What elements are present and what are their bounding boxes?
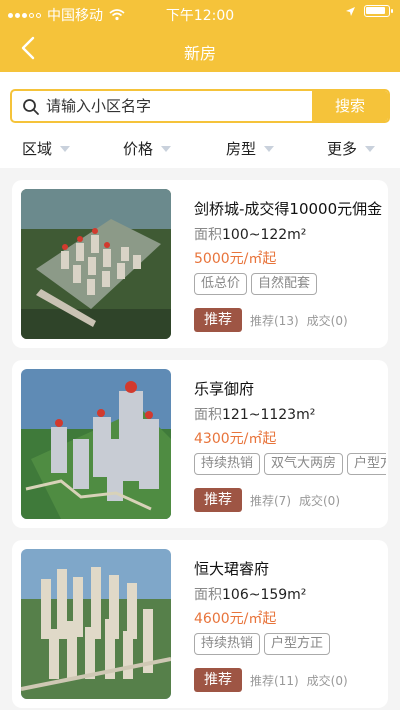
caret-down-icon	[365, 145, 376, 152]
recommend-badge: 推荐	[194, 668, 242, 692]
search-button[interactable]: 搜索	[312, 91, 388, 121]
filter-room-type[interactable]: 房型	[226, 138, 275, 159]
listing-name: 乐享御府	[194, 380, 255, 398]
search-box: 搜索	[10, 89, 390, 123]
battery-icon	[364, 5, 393, 17]
filter-label: 区域	[22, 140, 53, 158]
area-value: 121~1123m²	[222, 407, 316, 423]
feature-tag: 持续热销	[194, 633, 261, 655]
location-icon	[346, 6, 355, 16]
listing-card[interactable]: 剑桥城-成交得10000元佣金 面积100~122m² 5000元/㎡起 低总价…	[12, 180, 388, 348]
listing-price: 4600元/㎡起	[194, 611, 277, 627]
listing-price: 4300元/㎡起	[194, 431, 277, 447]
filter-label: 更多	[327, 140, 358, 158]
nav-bar: 新房	[0, 26, 400, 72]
feature-tag: 双气大两房	[264, 453, 344, 475]
filter-price[interactable]: 价格	[123, 138, 172, 159]
filter-label: 房型	[226, 140, 257, 158]
area-value: 106~159m²	[222, 587, 307, 603]
listing-image	[21, 369, 171, 519]
area-value: 100~122m²	[222, 227, 307, 243]
deal-count: 成交(0)	[306, 674, 348, 688]
listing-image	[21, 549, 171, 699]
tag-list: 持续热销双气大两房户型方正	[194, 452, 386, 476]
filter-district[interactable]: 区域	[22, 138, 71, 159]
caret-down-icon	[161, 145, 172, 152]
feature-tag: 户型方正	[264, 633, 331, 655]
area-label: 面积	[194, 407, 222, 423]
recommend-count: 推荐(7)	[250, 494, 291, 508]
listing-area: 面积100~122m²	[194, 224, 306, 244]
recommend-badge: 推荐	[194, 308, 242, 332]
status-right	[345, 5, 393, 17]
search-input[interactable]	[46, 91, 316, 121]
listing-area: 面积121~1123m²	[194, 404, 315, 424]
filter-bar: 区域 价格 房型 更多	[0, 132, 400, 168]
filter-more[interactable]: 更多	[327, 138, 376, 159]
listing-price: 5000元/㎡起	[194, 251, 277, 267]
listing-area: 面积106~159m²	[194, 584, 306, 604]
listing-stats: 推荐(13) 成交(0)	[250, 312, 356, 329]
listing-image	[21, 189, 171, 339]
tag-list: 低总价 自然配套	[194, 272, 386, 296]
feature-tag: 持续热销	[194, 453, 261, 475]
caret-down-icon	[264, 145, 275, 152]
listing-card[interactable]: 恒大珺睿府 面积106~159m² 4600元/㎡起 持续热销 户型方正 推荐 推…	[12, 540, 388, 708]
area-label: 面积	[194, 587, 222, 603]
status-time: 下午12:00	[165, 8, 235, 24]
caret-down-icon	[60, 145, 71, 152]
recommend-count: 推荐(13)	[250, 314, 299, 328]
listing-card[interactable]: 乐享御府 面积121~1123m² 4300元/㎡起 持续热销双气大两房户型方正…	[12, 360, 388, 528]
search-section: 搜索	[0, 72, 400, 132]
recommend-count: 推荐(11)	[250, 674, 299, 688]
search-icon	[23, 99, 39, 115]
listing-stats: 推荐(11) 成交(0)	[250, 672, 356, 689]
tag-list: 持续热销 户型方正	[194, 632, 386, 656]
listing-name: 剑桥城-成交得10000元佣金	[194, 200, 383, 218]
listing-name: 恒大珺睿府	[194, 560, 270, 578]
deal-count: 成交(0)	[299, 494, 340, 508]
recommend-badge: 推荐	[194, 488, 242, 512]
deal-count: 成交(0)	[306, 314, 348, 328]
feature-tag: 户型方正	[347, 453, 386, 475]
listing-stats: 推荐(7) 成交(0)	[250, 492, 348, 509]
feature-tag: 低总价	[194, 273, 248, 295]
area-label: 面积	[194, 227, 222, 243]
status-bar: 中国移动 下午12:00	[0, 0, 400, 26]
filter-label: 价格	[123, 140, 154, 158]
page-title: 新房	[183, 44, 216, 63]
feature-tag: 自然配套	[251, 273, 318, 295]
